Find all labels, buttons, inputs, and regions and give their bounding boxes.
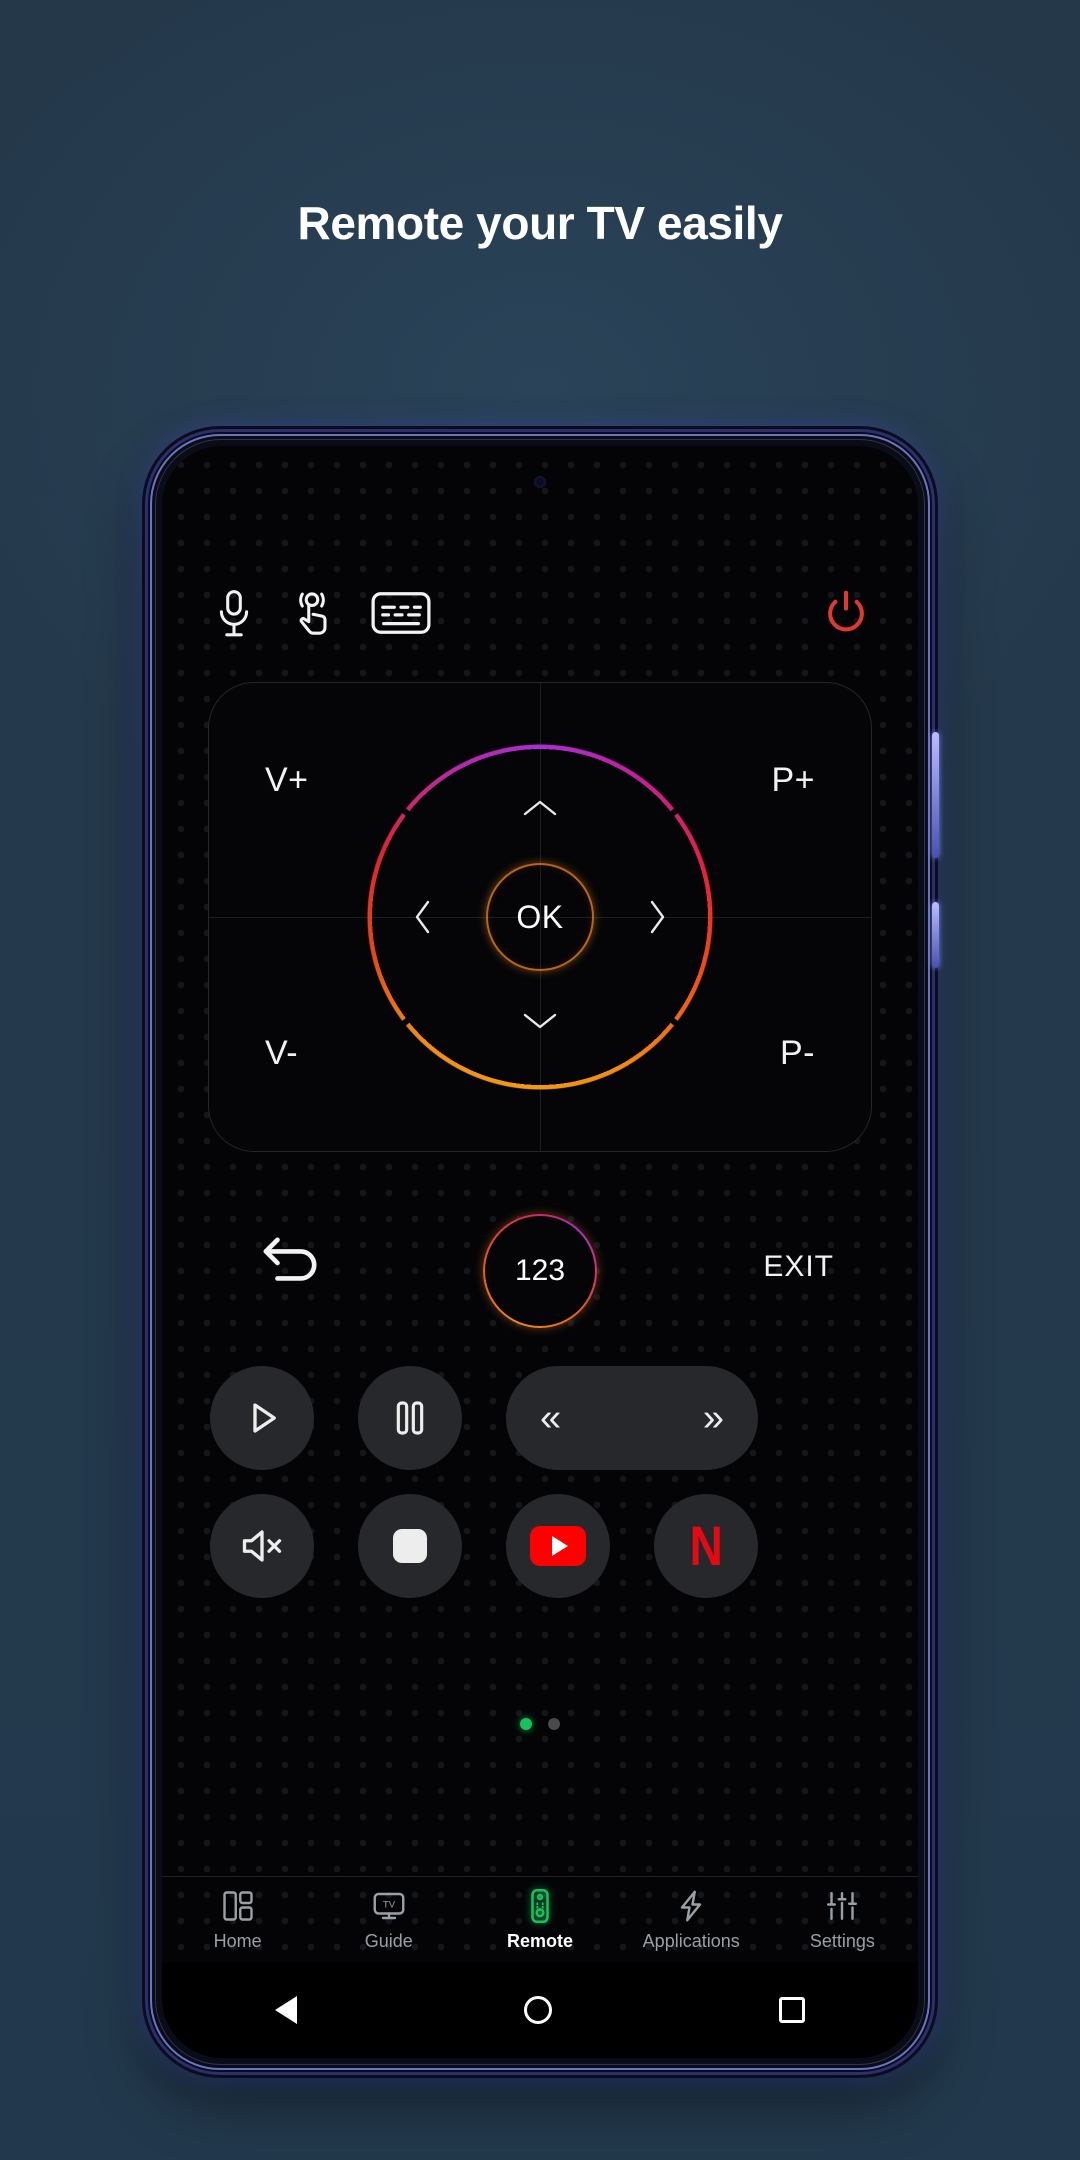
nav-label-settings: Settings xyxy=(809,1930,875,1951)
phone-mockup: V+ P+ V- P- OK 123 EXIT « » N Home TV Gu… xyxy=(148,432,939,2072)
netflix-icon: N xyxy=(689,1513,723,1577)
seek-pill: « » xyxy=(506,1366,758,1470)
phone-screen: V+ P+ V- P- OK 123 EXIT « » N Home TV Gu… xyxy=(162,446,918,2058)
bottom-navigation: Home TV Guide Remote Applications Settin… xyxy=(162,1876,918,1962)
rewind-button[interactable]: « xyxy=(540,1399,561,1437)
remote-mid-row: 123 EXIT xyxy=(162,1206,918,1336)
exit-button[interactable]: EXIT xyxy=(763,1250,834,1284)
android-recents-button[interactable] xyxy=(778,1997,805,2023)
youtube-button[interactable] xyxy=(506,1494,610,1598)
dpad-down-icon[interactable] xyxy=(521,1009,559,1038)
page-dot-1[interactable] xyxy=(520,1718,532,1730)
touchpad-icon[interactable] xyxy=(290,588,334,647)
microphone-icon[interactable] xyxy=(212,588,256,647)
front-camera-icon xyxy=(534,476,546,488)
back-button[interactable] xyxy=(258,1234,324,1297)
play-button[interactable] xyxy=(210,1366,314,1470)
mute-button[interactable] xyxy=(210,1494,314,1598)
nav-item-home[interactable]: Home xyxy=(162,1888,313,1952)
page-dot-2[interactable] xyxy=(548,1718,560,1730)
channel-down-button[interactable]: P- xyxy=(780,1034,815,1073)
nav-item-applications[interactable]: Applications xyxy=(616,1888,767,1952)
page-title: Remote your TV easily xyxy=(297,197,783,249)
fast-forward-button[interactable]: » xyxy=(703,1399,724,1437)
dpad-up-icon[interactable] xyxy=(521,796,559,825)
volume-down-button[interactable]: V- xyxy=(265,1034,298,1073)
phone-power-side-button xyxy=(932,902,939,968)
keyboard-icon[interactable] xyxy=(370,588,432,643)
phone-volume-button xyxy=(932,732,939,858)
media-controls-row-2: N xyxy=(210,1494,870,1598)
android-navigation-bar xyxy=(162,1962,918,2058)
remote-top-toolbar xyxy=(162,588,918,642)
page-indicator xyxy=(162,1718,918,1730)
nav-label-guide: Guide xyxy=(364,1930,413,1951)
nav-item-guide[interactable]: TV Guide xyxy=(313,1888,464,1952)
pause-button[interactable] xyxy=(358,1366,462,1470)
power-icon[interactable] xyxy=(822,588,870,645)
media-controls-row-1: « » xyxy=(210,1366,870,1470)
stop-square-icon xyxy=(393,1529,427,1563)
nav-label-remote: Remote xyxy=(507,1930,574,1951)
nav-item-remote[interactable]: Remote xyxy=(464,1888,615,1952)
stop-button[interactable] xyxy=(358,1494,462,1598)
dpad-panel: V+ P+ V- P- OK xyxy=(208,682,872,1152)
youtube-icon xyxy=(530,1526,586,1566)
netflix-button[interactable]: N xyxy=(654,1494,758,1598)
dpad-ring: OK xyxy=(365,742,715,1092)
android-back-button[interactable] xyxy=(275,1996,298,2024)
dpad-left-icon[interactable] xyxy=(411,898,435,941)
volume-up-button[interactable]: V+ xyxy=(265,761,309,800)
dpad-right-icon[interactable] xyxy=(645,898,669,941)
nav-label-home: Home xyxy=(213,1930,262,1951)
numbers-button[interactable]: 123 xyxy=(483,1214,597,1328)
nav-item-settings[interactable]: Settings xyxy=(767,1888,918,1952)
ok-button[interactable]: OK xyxy=(486,863,594,971)
channel-up-button[interactable]: P+ xyxy=(771,761,815,800)
android-home-button[interactable] xyxy=(523,1996,552,2024)
svg-text:TV: TV xyxy=(383,1899,396,1910)
nav-label-applications: Applications xyxy=(642,1930,740,1951)
